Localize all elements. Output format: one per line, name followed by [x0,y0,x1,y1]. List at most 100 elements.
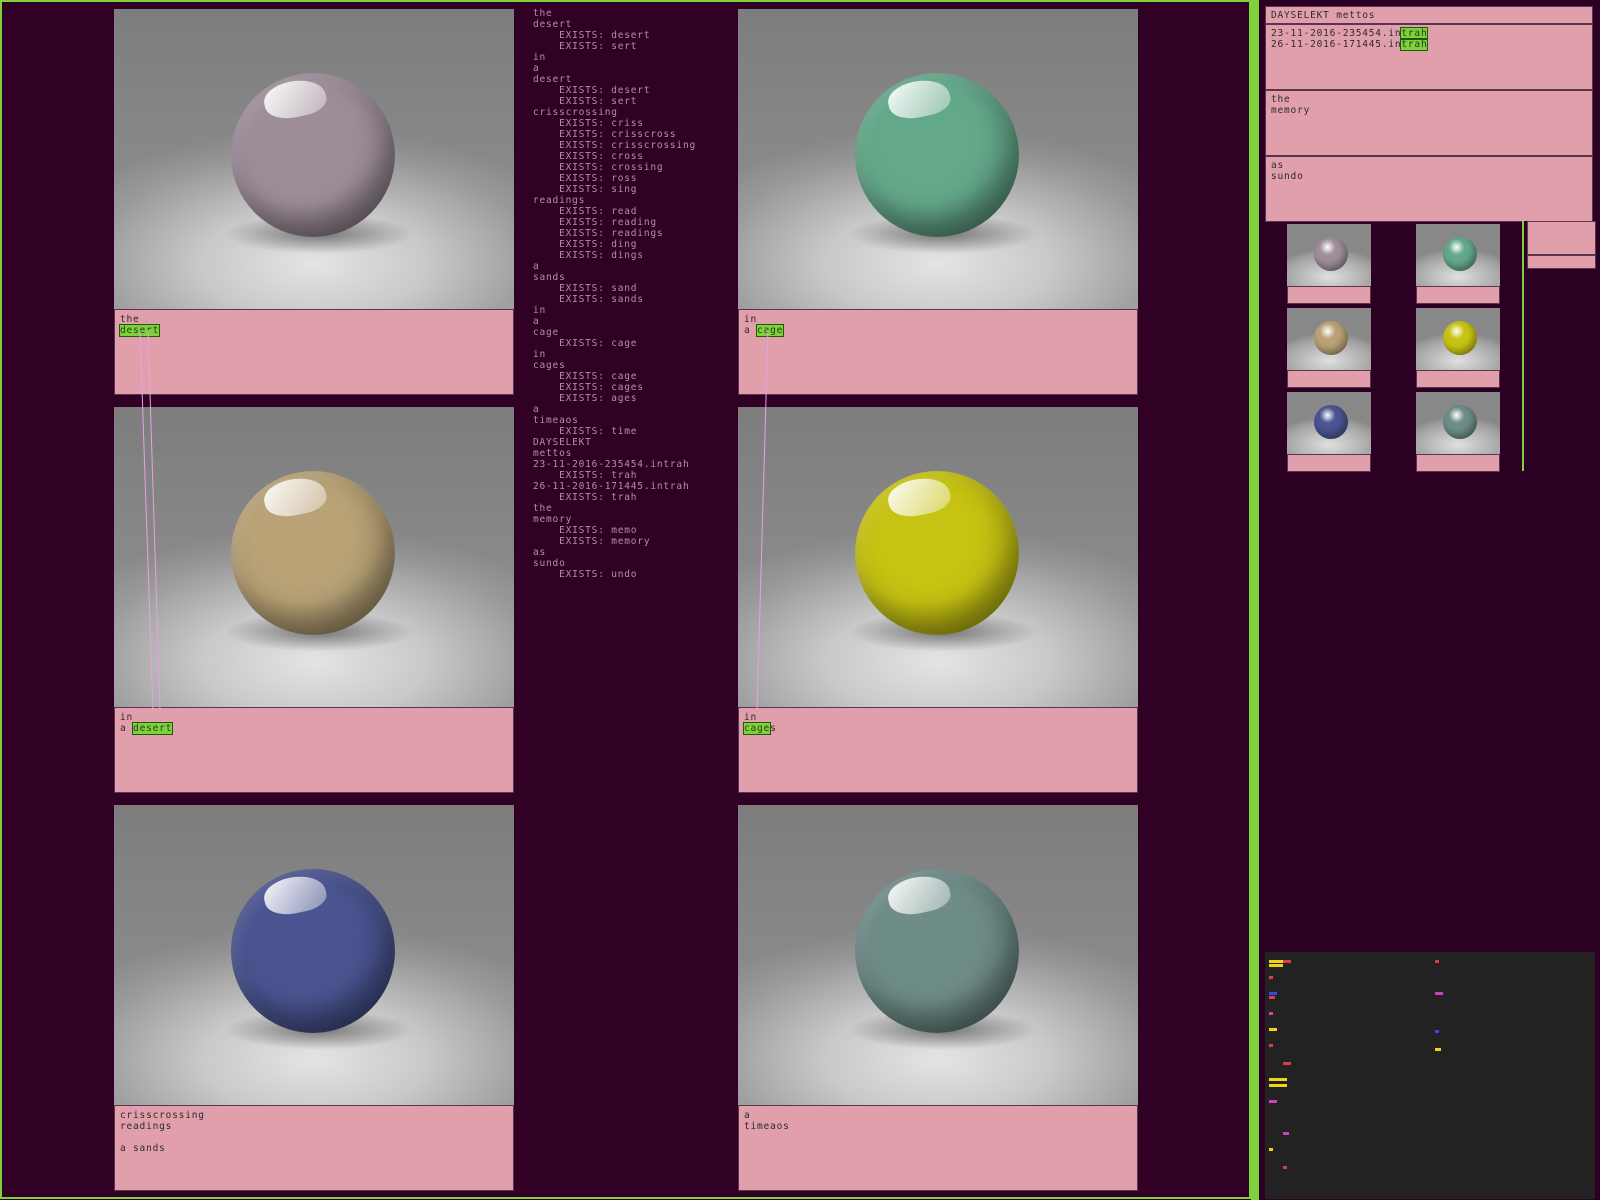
thumbnail-image[interactable] [1416,224,1500,286]
sphere-render-image [738,9,1138,309]
thumbnail-caption [1416,286,1500,304]
sphere-render-image [738,805,1138,1105]
exists-entry: EXISTS: criss [533,118,644,129]
thumbnail-image[interactable] [1416,308,1500,370]
thumbnail-sphere [1443,321,1477,355]
word-entry: mettos [533,448,573,459]
exists-entry: EXISTS: sands [533,294,644,305]
log-entry-mark [1269,1012,1273,1015]
log-entry-mark [1269,1044,1273,1047]
thumbnail-caption [1416,454,1500,472]
caption-line: a desert [120,722,174,735]
exists-entry: EXISTS: memo [533,525,638,536]
memory-line-1: the [1271,94,1291,105]
thumbnail-image[interactable] [1287,308,1371,370]
thumbnail-caption [1287,370,1371,388]
mini-preview-box [1527,255,1596,269]
tile-caption[interactable]: crisscrossing readings a sands [114,1105,514,1191]
tile-caption[interactable]: in a cage [738,309,1138,395]
sphere-render-image [738,407,1138,707]
word-analysis-list: the desert EXISTS: desert EXISTS: sert in a… [533,8,733,580]
word-entry: readings [533,195,586,206]
memory-box: the memory [1265,90,1593,156]
right-panel: DAYSELEKT mettos 23-11-2016-235454.intra… [1259,0,1600,1200]
exists-entry: EXISTS: crisscross [533,129,677,140]
caption-line: desert [118,324,508,337]
highlighted-word[interactable]: desert [118,324,161,337]
sphere-highlight [260,870,330,920]
word-entry: in [533,305,547,316]
exists-entry: EXISTS: trah [533,470,638,481]
exists-entry: EXISTS: crossing [533,162,664,173]
highlighted-word[interactable]: trah [1400,38,1429,51]
highlighted-word[interactable]: trah [1400,27,1429,40]
highlighted-word[interactable]: cage [756,324,785,337]
exists-entry: EXISTS: sand [533,283,638,294]
tile-caption[interactable]: a timeaos [738,1105,1138,1191]
caption-line [120,1132,508,1143]
file-list: 23-11-2016-235454.intrah 26-11-2016-17144… [1265,24,1593,90]
tile-caption[interactable]: in a desert [114,707,514,793]
log-entry-mark [1435,992,1443,995]
caption-line: a [744,1110,751,1121]
word-entry: sundo [533,558,566,569]
exists-entry: EXISTS: crisscrossing [533,140,696,151]
log-entry-mark [1269,964,1283,967]
thumbnail-sphere [1314,237,1348,271]
word-entry: desert [533,74,573,85]
sphere [231,869,395,1033]
thumbnail-image[interactable] [1416,392,1500,454]
caption-line: in [120,712,134,723]
thumbnail-image[interactable] [1287,224,1371,286]
word-entry: as [533,547,547,558]
exists-entry: EXISTS: reading [533,217,657,228]
word-entry: a [533,261,540,272]
sphere-highlight [884,74,954,124]
highlighted-word[interactable]: cage [742,722,772,735]
exists-entry: EXISTS: ding [533,239,638,250]
exists-entry: EXISTS: desert [533,85,651,96]
sphere-highlight [260,472,330,522]
exists-entry: EXISTS: ross [533,173,638,184]
exists-entry: EXISTS: sing [533,184,638,195]
word-entry: DAYSELEKT [533,437,592,448]
log-entry-mark [1435,1048,1441,1051]
panel-divider[interactable] [1251,0,1259,1200]
tile-caption[interactable]: the desert [114,309,514,395]
thumbnail-caption [1287,454,1371,472]
exists-entry: EXISTS: dings [533,250,644,261]
log-entry-mark [1435,960,1439,963]
log-entry-mark [1269,1100,1277,1103]
caption-line: a cage [744,324,785,337]
word-entry: cage [533,327,560,338]
word-entry: a [533,316,540,327]
sundo-box: as sundo [1265,156,1593,222]
exists-entry: EXISTS: time [533,426,638,437]
file-item[interactable]: 26-11-2016-171445.intrah [1271,38,1587,51]
sphere [231,471,395,635]
caption-line: a sands [120,1143,166,1154]
caption-line: readings [120,1121,173,1132]
thumbnail-image[interactable] [1287,392,1371,454]
word-entry: a [533,404,540,415]
file-item[interactable]: 23-11-2016-235454.intrah [1271,27,1587,40]
thumbnail-sphere [1314,321,1348,355]
thumbnail-sphere [1314,405,1348,439]
caption-line: timeaos [744,1121,790,1132]
word-entry: desert [533,19,573,30]
word-entry: a [533,63,540,74]
log-entry-mark [1269,1078,1287,1081]
sphere-highlight [884,472,954,522]
sphere-highlight [884,870,954,920]
caption-line: cages [742,722,777,735]
exists-entry: EXISTS: memory [533,536,651,547]
sphere-highlight [260,74,330,124]
log-entry-mark [1269,976,1273,979]
word-entry: memory [533,514,573,525]
exists-entry: EXISTS: ages [533,393,638,404]
mini-preview[interactable] [1522,221,1597,471]
sphere [855,73,1019,237]
log-entry-mark [1283,1062,1291,1065]
highlighted-word[interactable]: desert [132,722,174,735]
tile-caption[interactable]: in cages [738,707,1138,793]
